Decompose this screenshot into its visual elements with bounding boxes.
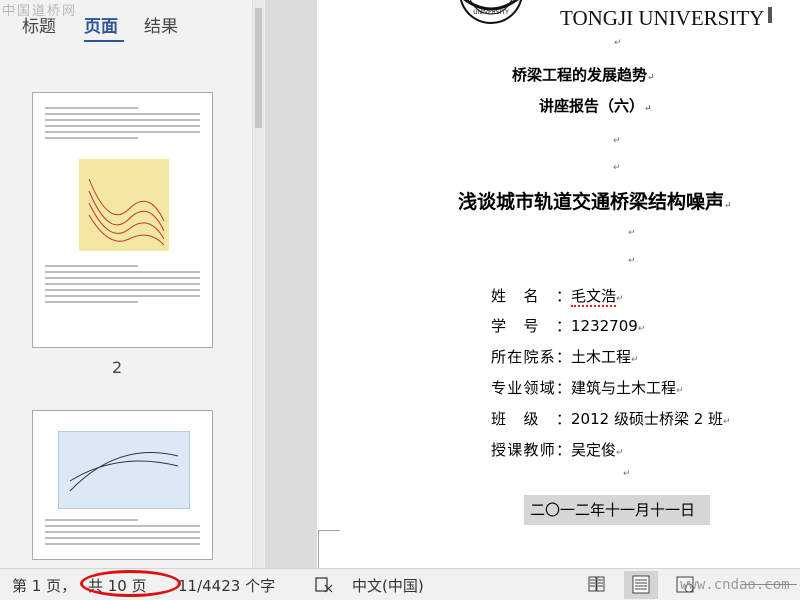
document-area: UNIVERSITY TONGJI UNIVERSITY ↵ 桥梁工程的发展趋势…	[265, 0, 800, 568]
paragraph-mark: ↵	[614, 38, 622, 48]
crop-mark	[318, 530, 340, 531]
graph-figure-icon	[58, 431, 190, 509]
info-row-name: 姓名：毛文浩↵	[491, 287, 624, 307]
status-language[interactable]: 中文(中国)	[352, 575, 424, 596]
thumbnail-page-number: 2	[112, 358, 123, 377]
paragraph-mark: ↵	[628, 228, 636, 238]
paragraph-mark: ↵	[613, 136, 621, 146]
nav-scrollbar[interactable]	[252, 0, 264, 568]
paragraph-mark: ↵	[613, 163, 621, 173]
read-mode-icon[interactable]	[580, 571, 614, 599]
navigation-pane: 中国道桥网 标题 页面 结果 2	[0, 0, 265, 568]
svg-text:UNIVERSITY: UNIVERSITY	[473, 9, 509, 16]
status-word-count[interactable]: 11/4423 个字	[178, 575, 275, 596]
info-row-student-id: 学号：1232709↵	[491, 317, 646, 335]
university-name: TONGJI UNIVERSITY	[560, 6, 765, 30]
page-thumbnail-3[interactable]	[32, 410, 213, 560]
zoom-slider[interactable]	[742, 584, 797, 585]
annotation-circle	[80, 570, 181, 597]
status-page-number[interactable]: 第 1 页，	[12, 575, 76, 596]
thumbnail-text	[45, 261, 200, 303]
series-title: 桥梁工程的发展趋势↵	[512, 66, 655, 84]
document-page[interactable]: UNIVERSITY TONGJI UNIVERSITY ↵ 桥梁工程的发展趋势…	[317, 0, 800, 568]
university-seal-icon: UNIVERSITY	[460, 0, 522, 24]
tab-pages[interactable]: 页面	[84, 12, 118, 37]
chart-figure-icon	[79, 159, 169, 251]
info-row-teacher: 授课教师：吴定俊↵	[491, 441, 624, 459]
active-tab-indicator	[84, 40, 124, 42]
thumbnail-text	[45, 515, 200, 545]
thumbnail-text	[33, 93, 212, 139]
paragraph-mark: ↵	[628, 256, 636, 266]
nav-scrollbar-thumb[interactable]	[255, 8, 262, 128]
info-row-school: 所在院系：土木工程↵	[491, 348, 639, 366]
report-title: 讲座报告（六）↵	[539, 97, 652, 115]
zoom-slider-thumb[interactable]	[768, 7, 772, 23]
tab-results[interactable]: 结果	[144, 12, 178, 37]
print-layout-icon[interactable]	[624, 571, 658, 599]
report-date: 二〇一二年十一月十一日	[524, 495, 710, 525]
paragraph-mark: ↵	[623, 469, 631, 479]
page-thumbnail-2[interactable]	[32, 92, 213, 348]
site-watermark: www.cndao.com	[680, 577, 790, 593]
tab-headings[interactable]: 标题	[22, 12, 56, 37]
crop-mark	[318, 530, 319, 568]
paper-title: 浅谈城市轨道交通桥梁结构噪声↵	[458, 191, 732, 213]
info-row-class: 班级：2012 级硕士桥梁 2 班↵	[491, 410, 731, 428]
info-row-field: 专业领域：建筑与土木工程↵	[491, 379, 684, 397]
proofing-icon[interactable]	[314, 576, 334, 598]
